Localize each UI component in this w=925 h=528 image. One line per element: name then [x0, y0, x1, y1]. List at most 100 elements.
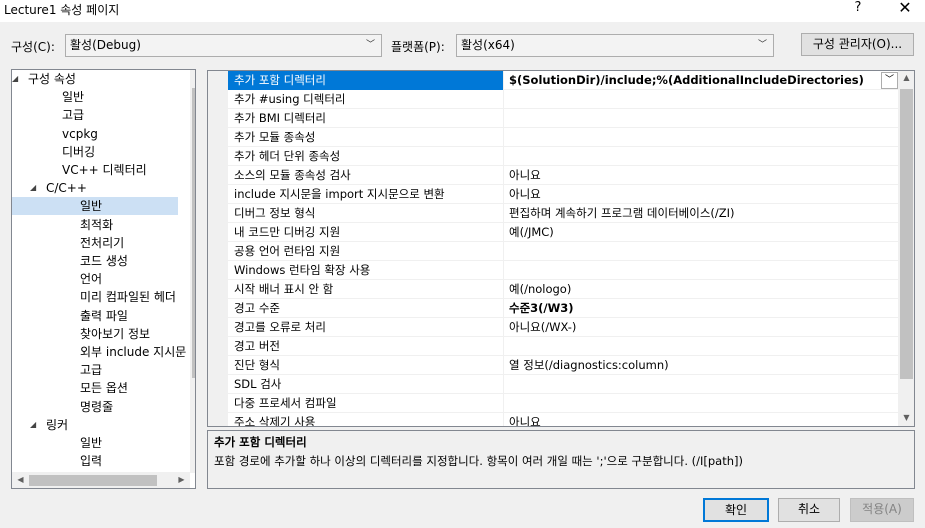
help-button[interactable]: ?: [848, 0, 868, 16]
tree-item[interactable]: 찾아보기 정보: [12, 325, 178, 343]
scroll-up-icon[interactable]: ▲: [898, 73, 914, 82]
scroll-up-icon[interactable]: ▲: [190, 72, 195, 81]
tree-item[interactable]: 코드 생성: [12, 252, 178, 270]
apply-button[interactable]: 적용(A): [850, 498, 914, 522]
property-value[interactable]: [505, 147, 898, 166]
tree-item[interactable]: 디버깅: [12, 143, 178, 161]
tree-item[interactable]: VC++ 디렉터리: [12, 161, 178, 179]
platform-select-value: 활성(x64): [461, 38, 515, 52]
property-row[interactable]: 추가 BMI 디렉터리: [228, 109, 898, 128]
tree-item[interactable]: 언어: [12, 270, 178, 288]
tree-scroll-thumb[interactable]: [192, 88, 195, 378]
property-value[interactable]: $(SolutionDir)/include;%(AdditionalInclu…: [505, 71, 898, 90]
tree-item-label: 찾아보기 정보: [80, 326, 151, 341]
tree-item[interactable]: ◢ 링커: [12, 416, 178, 434]
config-select-value: 활성(Debug): [70, 38, 141, 52]
tree-item[interactable]: 일반: [12, 88, 178, 106]
expand-arrow-icon[interactable]: ◢: [12, 70, 18, 88]
expand-arrow-icon[interactable]: ◢: [30, 179, 36, 197]
property-row[interactable]: 다중 프로세서 컴파일: [228, 394, 898, 413]
tree-item[interactable]: 고급: [12, 361, 178, 379]
tree-item[interactable]: vcpkg: [12, 125, 178, 143]
property-name: 추가 포함 디렉터리: [228, 71, 504, 90]
property-value[interactable]: 예(/nologo): [505, 280, 898, 299]
property-value[interactable]: [505, 337, 898, 356]
property-row[interactable]: Windows 런타임 확장 사용: [228, 261, 898, 280]
property-row[interactable]: 추가 모듈 종속성: [228, 128, 898, 147]
platform-select[interactable]: 활성(x64) ﹀: [456, 34, 774, 57]
tree-item[interactable]: 일반: [12, 434, 178, 452]
tree-item[interactable]: ◢ 구성 속성: [12, 70, 178, 88]
property-name: 경고 버전: [228, 337, 504, 356]
tree-item[interactable]: 출력 파일: [12, 307, 178, 325]
close-icon[interactable]: ✕: [893, 0, 917, 17]
tree-item[interactable]: 최적화: [12, 216, 178, 234]
property-row[interactable]: 진단 형식 열 정보(/diagnostics:column): [228, 356, 898, 375]
property-value[interactable]: 예(/JMC): [505, 223, 898, 242]
property-row[interactable]: 디버그 정보 형식 편집하며 계속하기 프로그램 데이터베이스(/ZI): [228, 204, 898, 223]
grid-scroll-thumb[interactable]: [900, 89, 913, 379]
tree-item-label: 링커: [46, 417, 69, 432]
property-name: SDL 검사: [228, 375, 504, 394]
property-row[interactable]: include 지시문을 import 지시문으로 변환 아니요: [228, 185, 898, 204]
tree-item[interactable]: 명령줄: [12, 398, 178, 416]
tree-item-label: 일반: [80, 436, 103, 450]
property-row[interactable]: 경고 버전: [228, 337, 898, 356]
tree-item[interactable]: 고급: [12, 106, 178, 124]
property-value[interactable]: 편집하며 계속하기 프로그램 데이터베이스(/ZI): [505, 204, 898, 223]
property-value[interactable]: [505, 242, 898, 261]
description-panel: 추가 포함 디렉터리 포함 경로에 추가할 하나 이상의 디렉터리를 지정합니다…: [207, 430, 915, 489]
property-row[interactable]: 추가 헤더 단위 종속성: [228, 147, 898, 166]
scroll-right-icon[interactable]: ▶: [173, 475, 190, 484]
tree-item[interactable]: 전처리기: [12, 234, 178, 252]
property-value[interactable]: [505, 109, 898, 128]
property-name: 다중 프로세서 컴파일: [228, 394, 504, 413]
property-value[interactable]: [505, 128, 898, 147]
property-name: 경고를 오류로 처리: [228, 318, 504, 337]
property-value[interactable]: [505, 375, 898, 394]
property-row[interactable]: 내 코드만 디버깅 지원 예(/JMC): [228, 223, 898, 242]
config-label: 구성(C):: [11, 40, 55, 54]
property-name: 소스의 모듈 종속성 검사: [228, 166, 504, 185]
cancel-button[interactable]: 취소: [778, 498, 840, 522]
tree-item[interactable]: 입력: [12, 452, 178, 470]
property-row[interactable]: 주소 삭제기 사용 아니요: [228, 413, 898, 426]
chevron-down-icon: ﹀: [757, 40, 767, 50]
ok-button[interactable]: 확인: [703, 498, 769, 522]
property-row[interactable]: 경고를 오류로 처리 아니요(/WX-): [228, 318, 898, 337]
tree-item-label: 명령줄: [80, 399, 114, 414]
property-row[interactable]: 추가 포함 디렉터리 $(SolutionDir)/include;%(Addit…: [228, 71, 898, 90]
tree-item[interactable]: ◢ C/C++: [12, 179, 178, 197]
property-value[interactable]: 열 정보(/diagnostics:column): [505, 356, 898, 375]
scroll-down-icon[interactable]: ▼: [190, 456, 195, 465]
property-row[interactable]: 소스의 모듈 종속성 검사 아니요: [228, 166, 898, 185]
property-value[interactable]: 수준3(/W3): [505, 299, 898, 318]
property-value[interactable]: [505, 90, 898, 109]
property-value[interactable]: 아니요: [505, 166, 898, 185]
property-value[interactable]: 아니요(/WX-): [505, 318, 898, 337]
tree-item[interactable]: 외부 include 지시문: [12, 343, 186, 361]
value-dropdown-button[interactable]: ﹀: [881, 72, 898, 89]
config-manager-button[interactable]: 구성 관리자(O)...: [801, 33, 914, 56]
tree-item-label: 일반: [62, 90, 85, 105]
property-value[interactable]: [505, 261, 898, 280]
tree-item-label: 고급: [62, 108, 85, 123]
tree-item[interactable]: 미리 컴파일된 헤더: [12, 288, 178, 306]
property-name: 디버그 정보 형식: [228, 204, 504, 223]
property-row[interactable]: 경고 수준 수준3(/W3): [228, 299, 898, 318]
tree-item[interactable]: 일반: [12, 197, 178, 216]
property-row[interactable]: 추가 #using 디렉터리: [228, 90, 898, 109]
scroll-left-icon[interactable]: ◀: [12, 475, 29, 484]
property-row[interactable]: 시작 배너 표시 안 함 예(/nologo): [228, 280, 898, 299]
expand-arrow-icon[interactable]: ◢: [30, 416, 36, 434]
tree-hscroll-thumb[interactable]: [29, 475, 157, 486]
scroll-down-icon[interactable]: ▼: [898, 413, 914, 422]
config-select[interactable]: 활성(Debug) ﹀: [65, 34, 382, 57]
property-value[interactable]: 아니요: [505, 185, 898, 204]
property-row[interactable]: SDL 검사: [228, 375, 898, 394]
property-name: 주소 삭제기 사용: [228, 413, 504, 426]
property-value[interactable]: [505, 394, 898, 413]
property-value[interactable]: 아니요: [505, 413, 898, 426]
tree-item[interactable]: 모든 옵션: [12, 379, 178, 397]
property-row[interactable]: 공용 언어 런타임 지원: [228, 242, 898, 261]
